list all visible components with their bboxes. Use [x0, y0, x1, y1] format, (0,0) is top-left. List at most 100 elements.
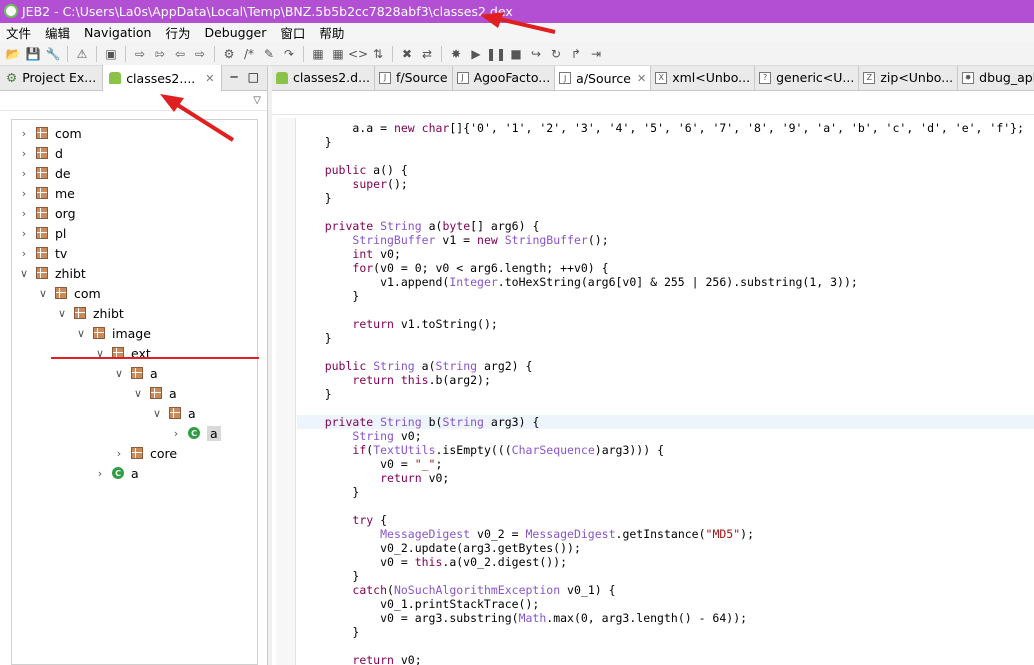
chevron-right-icon[interactable]: ›: [94, 467, 106, 480]
tab-label: classes2....: [126, 70, 196, 86]
tree-item[interactable]: › core: [113, 443, 177, 463]
pause-icon[interactable]: ❚❚: [486, 46, 506, 62]
tree-item[interactable]: ∨ a: [113, 363, 158, 383]
delete-icon[interactable]: ✖: [399, 46, 415, 62]
editor-tab-label: xml<Unbo...: [672, 70, 751, 85]
tree-item-label: org: [55, 205, 76, 221]
chevron-right-icon[interactable]: ›: [170, 427, 182, 440]
tree-item[interactable]: › tv: [18, 243, 68, 263]
wrench-icon[interactable]: 🔧: [45, 46, 61, 62]
forward-arrow-icon[interactable]: ⇨: [192, 46, 208, 62]
editor-tab[interactable]: Xxml<Unbo...: [651, 66, 756, 90]
tree-item[interactable]: › Ca: [94, 463, 139, 483]
tree-item[interactable]: › Ca: [170, 423, 221, 443]
menu-item[interactable]: 帮助: [319, 23, 344, 42]
step-into-icon[interactable]: ↪: [528, 46, 544, 62]
close-icon[interactable]: ✕: [637, 72, 646, 85]
menu-item[interactable]: 编辑: [45, 23, 70, 42]
tree-item[interactable]: ∨ ext: [94, 343, 151, 363]
chevron-down-icon[interactable]: ∨: [37, 287, 49, 300]
tree-item-label: com: [74, 285, 101, 301]
chevron-right-icon[interactable]: ›: [18, 167, 30, 180]
run-to-line-icon[interactable]: ⇥: [588, 46, 604, 62]
tree-item[interactable]: ∨ a: [132, 383, 177, 403]
step-over-icon[interactable]: ↻: [548, 46, 564, 62]
tree-item-label: a: [188, 405, 196, 421]
rename-pencil-icon[interactable]: ✎: [261, 46, 277, 62]
tree-item[interactable]: › pl: [18, 223, 67, 243]
code-icon[interactable]: <>: [348, 46, 368, 62]
project-explorer-icon: ⚙: [6, 70, 18, 85]
chevron-down-icon[interactable]: ∨: [132, 387, 144, 400]
grid-icon[interactable]: ▦: [330, 46, 346, 62]
chevron-right-icon[interactable]: ›: [18, 207, 30, 220]
tree-item[interactable]: ∨ zhibt: [18, 263, 86, 283]
chevron-right-icon[interactable]: ›: [18, 187, 30, 200]
tree-item[interactable]: › de: [18, 163, 71, 183]
editor-tab[interactable]: ✸ dbug_apk_: [958, 66, 1034, 90]
decompile-icon[interactable]: ↷: [281, 46, 297, 62]
editor-tab[interactable]: Ja/Source ✕: [555, 66, 652, 90]
xrefs-icon[interactable]: ⇅: [370, 46, 386, 62]
chevron-down-icon[interactable]: ∨: [151, 407, 163, 420]
chevron-right-icon[interactable]: ›: [18, 247, 30, 260]
editor-tab[interactable]: ? generic<U...: [755, 66, 860, 90]
open-folder-icon[interactable]: 📂: [5, 46, 21, 62]
step-out-icon[interactable]: ↱: [568, 46, 584, 62]
tree-item[interactable]: ∨ zhibt: [56, 303, 124, 323]
chevron-down-icon[interactable]: ∨: [18, 267, 30, 280]
save-icon[interactable]: 💾: [25, 46, 41, 62]
menu-item[interactable]: 窗口: [280, 23, 305, 42]
code-line: }: [297, 331, 332, 345]
sync-icon[interactable]: ⇄: [419, 46, 435, 62]
tree-item[interactable]: ∨ a: [151, 403, 196, 423]
maximize-icon[interactable]: □: [248, 70, 259, 84]
chevron-right-icon[interactable]: ›: [18, 127, 30, 140]
tree-item[interactable]: ∨ com: [37, 283, 101, 303]
chevron-down-icon[interactable]: ∨: [75, 327, 87, 340]
tab-classes2[interactable]: classes2.... ✕: [103, 65, 222, 91]
code-line: int v0;: [352, 247, 401, 261]
chevron-right-icon[interactable]: ›: [113, 447, 125, 460]
chevron-right-icon[interactable]: ›: [18, 147, 30, 160]
chevron-down-icon[interactable]: ∨: [56, 307, 68, 320]
chevron-down-icon[interactable]: ▽: [253, 95, 261, 106]
minimize-icon[interactable]: ─: [230, 70, 237, 84]
window-title: JEB2 - C:\Users\La0s\AppData\Local\Temp\…: [22, 4, 513, 19]
code-line: }: [297, 485, 360, 499]
run-icon[interactable]: ▶: [468, 46, 484, 62]
menu-item[interactable]: Debugger: [204, 25, 266, 40]
code-line: catch(NoSuchAlgorithmException v0_1) {: [352, 583, 616, 597]
menu-item[interactable]: 文件: [6, 23, 31, 42]
editor-tab[interactable]: classes2.d...: [272, 66, 376, 90]
tree-item[interactable]: › com: [18, 123, 82, 143]
package-icon[interactable]: ▦: [310, 46, 326, 62]
new-window-icon[interactable]: ▣: [103, 46, 119, 62]
stop-icon[interactable]: ■: [508, 46, 524, 62]
close-icon[interactable]: ✕: [205, 72, 214, 85]
editor-tab[interactable]: J AgooFacto...: [453, 66, 556, 90]
gears-icon[interactable]: ⚙: [221, 46, 237, 62]
source-code-view[interactable]: a.a = new char[]{'0', '1', '2', '3', '4'…: [297, 118, 1034, 665]
editor-tab[interactable]: Jf/Source: [375, 66, 453, 90]
tree-item-label: a: [169, 385, 177, 401]
comment-icon[interactable]: /*: [241, 46, 257, 62]
code-line: v0 = this.a(v0_2.digest());: [297, 555, 568, 569]
menu-item[interactable]: 行为: [165, 23, 190, 42]
tree-item[interactable]: › org: [18, 203, 76, 223]
tab-project-explorer[interactable]: ⚙ Project Ex...: [0, 65, 104, 90]
back-arrow-icon[interactable]: ⇦: [172, 46, 188, 62]
editor-tab[interactable]: Zzip<Unbo...: [859, 66, 959, 90]
chevron-right-icon[interactable]: ›: [18, 227, 30, 240]
code-line: }: [297, 191, 332, 205]
code-line: }: [297, 289, 360, 303]
tree-item[interactable]: › me: [18, 183, 75, 203]
jump-icon[interactable]: ⇨: [132, 46, 148, 62]
tree-item[interactable]: › d: [18, 143, 63, 163]
tree-item[interactable]: ∨ image: [75, 323, 151, 343]
debug-bug-icon[interactable]: ✸: [448, 46, 464, 62]
chevron-down-icon[interactable]: ∨: [113, 367, 125, 380]
follow-icon[interactable]: ⇰: [152, 46, 168, 62]
warning-icon[interactable]: ⚠: [74, 46, 90, 62]
menu-item[interactable]: Navigation: [84, 25, 151, 40]
